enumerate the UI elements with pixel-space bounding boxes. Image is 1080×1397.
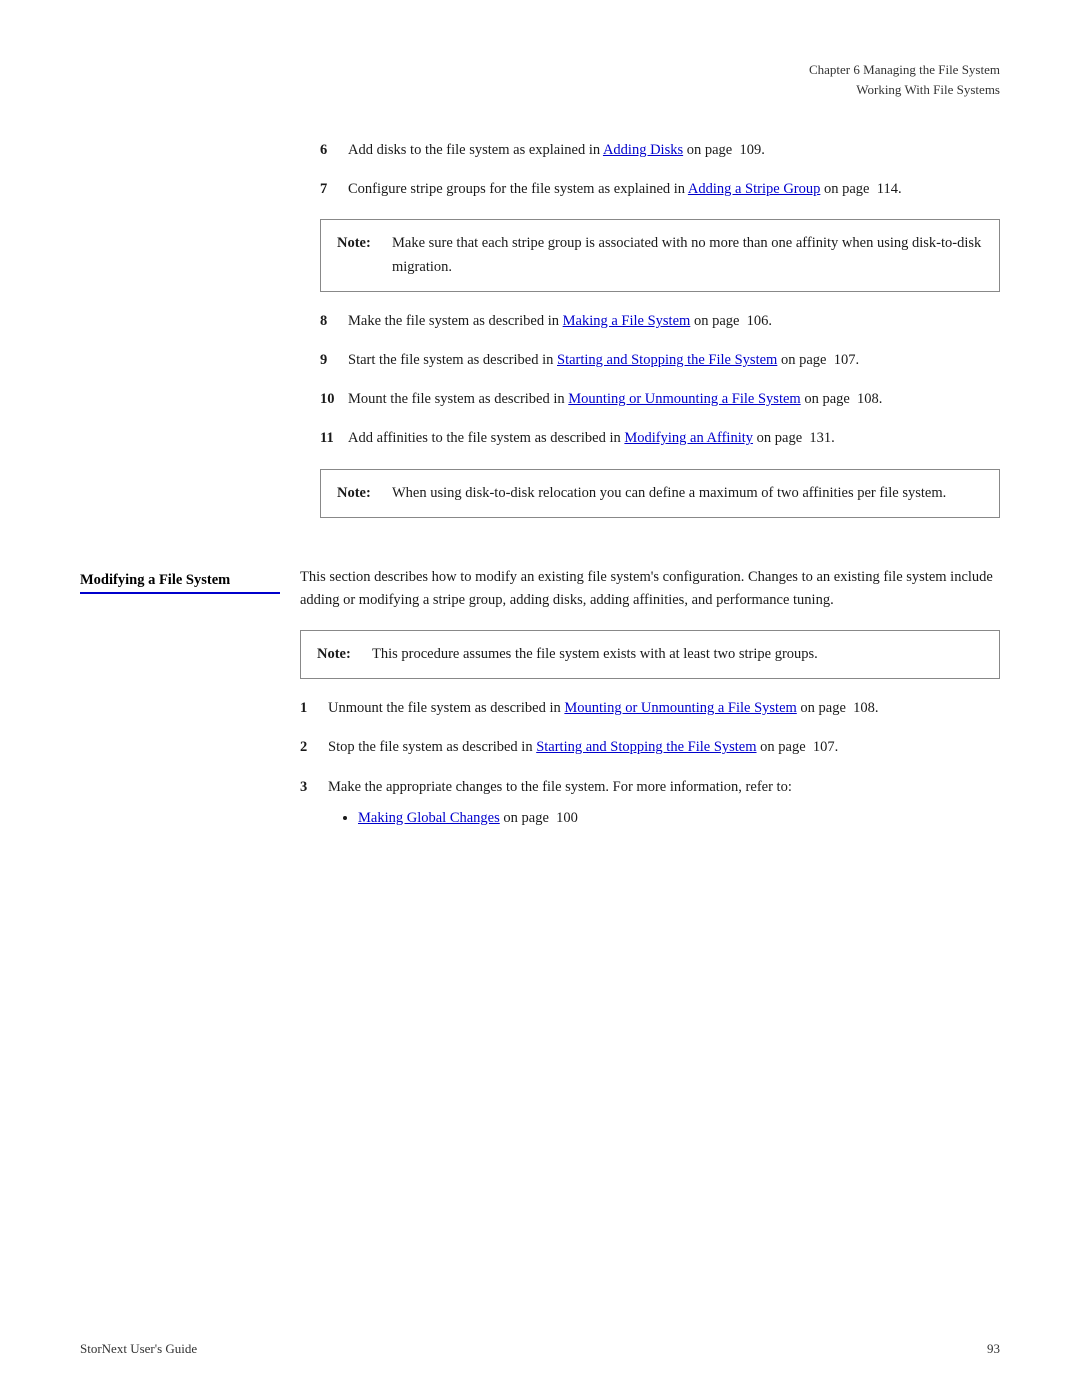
adding-disks-link[interactable]: Adding Disks <box>603 142 683 158</box>
list-item-11: 11 Add affinities to the file system as … <box>320 427 1000 450</box>
page-footer: StorNext User's Guide 93 <box>0 1341 1080 1357</box>
header-line1: Chapter 6 Managing the File System <box>0 60 1000 80</box>
mounting-unmounting-link-1[interactable]: Mounting or Unmounting a File System <box>568 391 800 407</box>
footer-left: StorNext User's Guide <box>80 1341 197 1357</box>
section-description-container: This section describes how to modify an … <box>300 566 1000 852</box>
section-description: This section describes how to modify an … <box>300 566 1000 612</box>
note-box-3: Note: This procedure assumes the file sy… <box>300 630 1000 679</box>
starting-stopping-link-2[interactable]: Starting and Stopping the File System <box>536 739 756 755</box>
bullet-list: Making Global Changes on page 100 <box>328 807 1000 830</box>
note-text-2: When using disk-to-disk relocation you c… <box>392 482 983 505</box>
item-number-8: 8 <box>320 310 348 333</box>
item-number-6: 6 <box>320 139 348 162</box>
item-text-b2: Stop the file system as described in Sta… <box>328 736 1000 759</box>
note-text-3: This procedure assumes the file system e… <box>372 643 983 666</box>
item-text-9: Start the file system as described in St… <box>348 349 1000 372</box>
making-file-system-link[interactable]: Making a File System <box>563 313 691 329</box>
note-label-1: Note: <box>337 232 392 255</box>
footer-right: 93 <box>987 1341 1000 1357</box>
section-heading-container: Modifying a File System <box>80 566 300 852</box>
modifying-file-system-heading: Modifying a File System <box>80 572 280 594</box>
item-text-10: Mount the file system as described in Mo… <box>348 388 1000 411</box>
item-text-b1: Unmount the file system as described in … <box>328 697 1000 720</box>
note-label-2: Note: <box>337 482 392 505</box>
starting-stopping-link-1[interactable]: Starting and Stopping the File System <box>557 352 777 368</box>
item-number-7: 7 <box>320 178 348 201</box>
adding-stripe-group-link[interactable]: Adding a Stripe Group <box>688 181 821 197</box>
mounting-unmounting-link-2[interactable]: Mounting or Unmounting a File System <box>564 700 796 716</box>
page-container: Chapter 6 Managing the File System Worki… <box>0 0 1080 1397</box>
list-item-8: 8 Make the file system as described in M… <box>320 310 1000 333</box>
item-text-6: Add disks to the file system as explaine… <box>348 139 1000 162</box>
item-number-b3: 3 <box>300 776 328 836</box>
note-label-3: Note: <box>317 643 372 666</box>
item-number-9: 9 <box>320 349 348 372</box>
top-content-area: 6 Add disks to the file system as explai… <box>0 139 1080 536</box>
list-item-3: 3 Make the appropriate changes to the fi… <box>300 776 1000 836</box>
top-main-content: 6 Add disks to the file system as explai… <box>300 139 1000 536</box>
item-number-11: 11 <box>320 427 348 450</box>
making-global-changes-link[interactable]: Making Global Changes <box>358 810 500 826</box>
list-item-1: 1 Unmount the file system as described i… <box>300 697 1000 720</box>
list-item-10: 10 Mount the file system as described in… <box>320 388 1000 411</box>
item-text-8: Make the file system as described in Mak… <box>348 310 1000 333</box>
item-number-b2: 2 <box>300 736 328 759</box>
list-item-7: 7 Configure stripe groups for the file s… <box>320 178 1000 201</box>
note-text-1: Make sure that each stripe group is asso… <box>392 232 983 278</box>
list-item-making-global: Making Global Changes on page 100 <box>358 807 1000 830</box>
page-header: Chapter 6 Managing the File System Worki… <box>0 60 1080 99</box>
header-line2: Working With File Systems <box>0 80 1000 100</box>
note-box-2: Note: When using disk-to-disk relocation… <box>320 469 1000 518</box>
list-item-9: 9 Start the file system as described in … <box>320 349 1000 372</box>
item-text-7: Configure stripe groups for the file sys… <box>348 178 1000 201</box>
list-item-2: 2 Stop the file system as described in S… <box>300 736 1000 759</box>
note-box-1: Note: Make sure that each stripe group i… <box>320 219 1000 291</box>
item-text-11: Add affinities to the file system as des… <box>348 427 1000 450</box>
list-item-6: 6 Add disks to the file system as explai… <box>320 139 1000 162</box>
top-left-sidebar <box>80 139 300 536</box>
item-number-b1: 1 <box>300 697 328 720</box>
item-text-b3: Make the appropriate changes to the file… <box>328 776 1000 836</box>
modifying-affinity-link[interactable]: Modifying an Affinity <box>624 430 753 446</box>
section-modifying: Modifying a File System This section des… <box>0 536 1080 852</box>
item-number-10: 10 <box>320 388 348 411</box>
